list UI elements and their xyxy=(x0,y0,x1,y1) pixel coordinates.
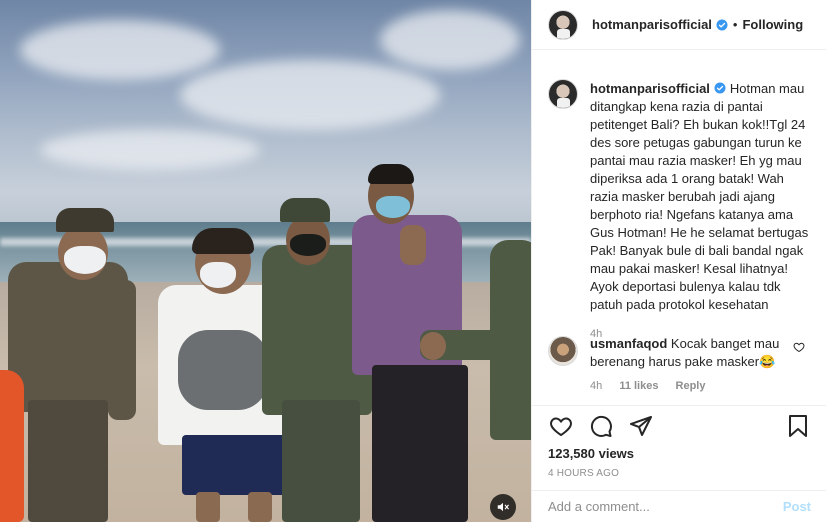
video-cloud xyxy=(40,130,260,170)
comment-reply-button[interactable]: Reply xyxy=(676,380,706,392)
caption-avatar[interactable] xyxy=(548,79,578,109)
post-comment-button[interactable]: Post xyxy=(783,499,811,514)
caption: hotmanparisofficial Hotman mau ditangkap… xyxy=(532,67,826,340)
save-button[interactable] xyxy=(785,413,811,439)
mute-button[interactable] xyxy=(490,494,516,520)
comment-time[interactable]: 4h xyxy=(590,380,602,392)
share-button[interactable] xyxy=(628,413,654,439)
caption-body: hotmanparisofficial Hotman mau ditangkap… xyxy=(590,67,811,314)
view-count[interactable]: 123,580 views xyxy=(548,446,811,461)
comment-item: usmanfaqod Kocak banget mau berenang har… xyxy=(532,333,826,392)
heart-icon xyxy=(550,417,572,437)
verified-badge-icon xyxy=(716,19,728,30)
post-side-panel: hotmanparisofficial • Following hotmanpa… xyxy=(531,0,826,522)
comment-username[interactable]: usmanfaqod xyxy=(590,336,667,351)
commenter-avatar[interactable] xyxy=(548,336,578,366)
add-comment-bar: Post xyxy=(532,490,826,522)
comment-likes[interactable]: 11 likes xyxy=(619,380,658,392)
header-separator: • xyxy=(732,17,738,32)
add-comment-input[interactable] xyxy=(548,499,783,514)
comment-body: usmanfaqod Kocak banget mau berenang har… xyxy=(590,333,797,371)
post-video[interactable] xyxy=(0,0,531,522)
bookmark-icon xyxy=(789,415,807,437)
verified-badge-icon xyxy=(714,82,726,94)
instagram-post: hotmanparisofficial • Following hotmanpa… xyxy=(0,0,826,522)
comment-like-heart-icon[interactable] xyxy=(793,341,805,353)
comment-meta: 4h 11 likes Reply xyxy=(590,380,826,392)
video-cloud xyxy=(380,10,520,70)
caption-username[interactable]: hotmanparisofficial xyxy=(590,81,710,96)
muted-speaker-icon xyxy=(497,502,509,512)
comments-section: hotmanparisofficial Hotman mau ditangkap… xyxy=(532,67,826,405)
author-avatar[interactable] xyxy=(548,9,578,40)
comment-button[interactable] xyxy=(588,413,614,439)
share-icon xyxy=(630,416,652,436)
video-cloud xyxy=(20,20,220,80)
post-timestamp[interactable]: 4 HOURS AGO xyxy=(548,468,811,479)
action-icons xyxy=(548,408,811,444)
comment-icon xyxy=(590,415,612,437)
like-button[interactable] xyxy=(548,413,574,439)
post-actions: 123,580 views 4 HOURS AGO xyxy=(532,405,826,479)
author-username[interactable]: hotmanparisofficial xyxy=(592,17,712,32)
following-button[interactable]: Following xyxy=(742,17,803,32)
video-cloud xyxy=(180,60,440,130)
post-header: hotmanparisofficial • Following xyxy=(532,0,826,50)
caption-text: Hotman mau ditangkap kena razia di panta… xyxy=(590,81,809,312)
